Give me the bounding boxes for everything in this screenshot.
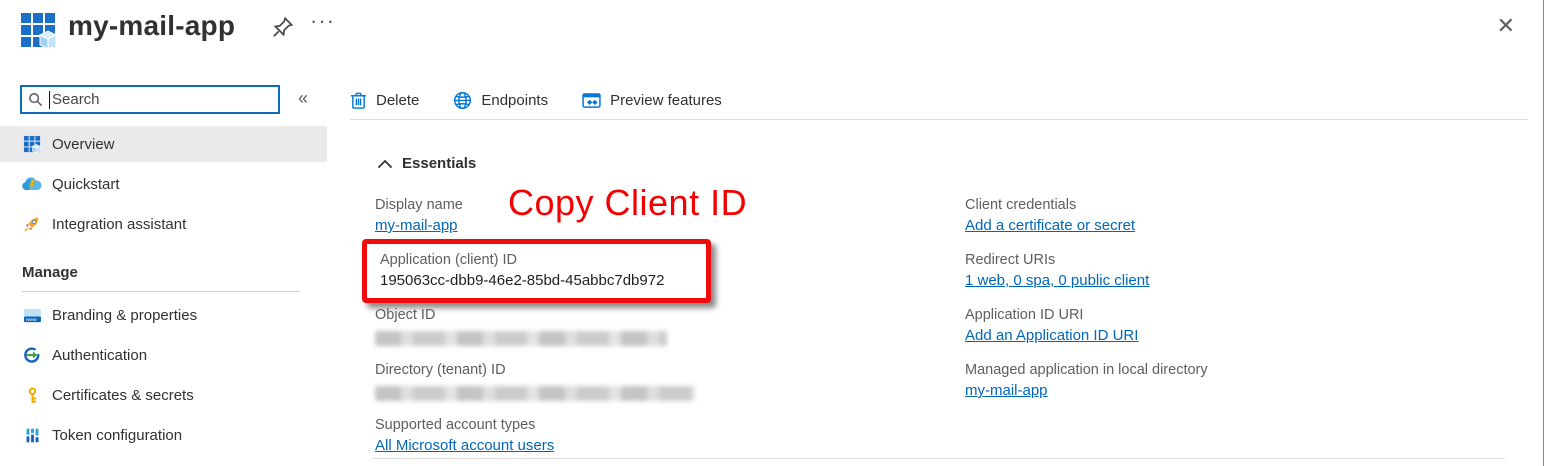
- field-redirect-uris: Redirect URIs 1 web, 0 spa, 0 public cli…: [965, 250, 1525, 292]
- sidebar-item-label: Token configuration: [52, 427, 182, 444]
- supported-account-types-link[interactable]: All Microsoft account users: [375, 435, 554, 457]
- preview-features-button[interactable]: Preview features: [582, 92, 722, 109]
- add-application-id-uri-link[interactable]: Add an Application ID URI: [965, 325, 1138, 347]
- trash-icon: [350, 91, 367, 110]
- page-title: my-mail-app: [68, 10, 235, 42]
- sidebar-item-integration-assistant[interactable]: Integration assistant: [0, 206, 327, 242]
- sidebar-item-branding-properties[interactable]: www Branding & properties: [0, 297, 327, 333]
- field-supported-account-types: Supported account types All Microsoft ac…: [375, 415, 935, 457]
- application-client-id-value: 195063cc-dbb9-46e2-85bd-45abbc7db972: [380, 270, 706, 292]
- manage-section-title: Manage: [22, 264, 78, 281]
- sidebar-item-label: Certificates & secrets: [52, 387, 194, 404]
- field-label: Managed application in local directory: [965, 360, 1525, 380]
- add-certificate-or-secret-link[interactable]: Add a certificate or secret: [965, 215, 1135, 237]
- field-label: Directory (tenant) ID: [375, 360, 935, 380]
- field-label: Client credentials: [965, 195, 1525, 215]
- svg-text:www: www: [25, 318, 36, 323]
- collapse-sidebar-icon[interactable]: «: [298, 88, 308, 109]
- sidebar-search[interactable]: [20, 85, 280, 114]
- delete-button[interactable]: Delete: [350, 91, 419, 110]
- search-icon: [28, 92, 43, 107]
- chevron-up-icon: [378, 160, 392, 168]
- field-client-credentials: Client credentials Add a certificate or …: [965, 195, 1525, 237]
- app-registration-icon: [18, 9, 60, 51]
- endpoints-label: Endpoints: [481, 92, 548, 109]
- sidebar-item-label: Branding & properties: [52, 307, 197, 324]
- field-directory-tenant-id: Directory (tenant) ID: [375, 360, 935, 401]
- sidebar-item-overview[interactable]: Overview: [0, 126, 327, 162]
- key-icon: [22, 385, 42, 405]
- field-managed-application: Managed application in local directory m…: [965, 360, 1525, 402]
- field-label: Application (client) ID: [380, 250, 706, 270]
- redacted-object-id-value: [375, 331, 667, 346]
- field-object-id: Object ID: [375, 305, 935, 346]
- overview-icon: [22, 134, 42, 154]
- section-divider: [22, 291, 300, 292]
- sidebar-item-certificates-secrets[interactable]: Certificates & secrets: [0, 377, 327, 413]
- sidebar-item-label: Overview: [52, 136, 115, 153]
- field-label: Supported account types: [375, 415, 935, 435]
- preview-features-label: Preview features: [610, 92, 722, 109]
- pin-icon[interactable]: [270, 14, 298, 42]
- sidebar-item-quickstart[interactable]: Quickstart: [0, 166, 327, 202]
- sidebar-item-label: Integration assistant: [52, 216, 186, 233]
- copy-client-id-annotation: Copy Client ID: [508, 182, 747, 224]
- field-label: Redirect URIs: [965, 250, 1525, 270]
- more-options-icon[interactable]: ···: [310, 8, 335, 34]
- sidebar-item-label: Quickstart: [52, 176, 120, 193]
- sign-in-arrow-icon: [22, 345, 42, 365]
- command-bar: Delete Endpoints Preview features: [350, 84, 722, 116]
- app-header: my-mail-app ··· ✕: [0, 0, 1543, 62]
- rocket-icon: [22, 214, 42, 234]
- redirect-uris-link[interactable]: 1 web, 0 spa, 0 public client: [965, 270, 1149, 292]
- toolbar-divider: [350, 119, 1528, 120]
- close-icon[interactable]: ✕: [1497, 13, 1515, 39]
- sidebar-item-authentication[interactable]: Authentication: [0, 337, 327, 373]
- endpoints-button[interactable]: Endpoints: [453, 91, 548, 110]
- essentials-bottom-divider: [373, 458, 1505, 459]
- delete-label: Delete: [376, 92, 419, 109]
- preview-features-icon: [582, 93, 601, 108]
- redacted-tenant-id-value: [375, 386, 695, 401]
- token-bars-icon: [22, 425, 42, 445]
- field-label: Object ID: [375, 305, 935, 325]
- search-input[interactable]: [50, 91, 278, 108]
- sidebar-item-label: Authentication: [52, 347, 147, 364]
- sidebar: « Overview: [0, 78, 327, 466]
- sidebar-item-token-configuration[interactable]: Token configuration: [0, 417, 327, 453]
- display-name-link[interactable]: my-mail-app: [375, 215, 458, 237]
- globe-icon: [453, 91, 472, 110]
- essentials-title: Essentials: [402, 155, 476, 172]
- browser-www-icon: www: [22, 305, 42, 325]
- quickstart-icon: [22, 174, 42, 194]
- essentials-toggle[interactable]: Essentials: [378, 155, 476, 172]
- managed-application-link[interactable]: my-mail-app: [965, 380, 1048, 402]
- client-id-highlight-box: Application (client) ID 195063cc-dbb9-46…: [362, 239, 711, 303]
- field-application-id-uri: Application ID URI Add an Application ID…: [965, 305, 1525, 347]
- field-label: Application ID URI: [965, 305, 1525, 325]
